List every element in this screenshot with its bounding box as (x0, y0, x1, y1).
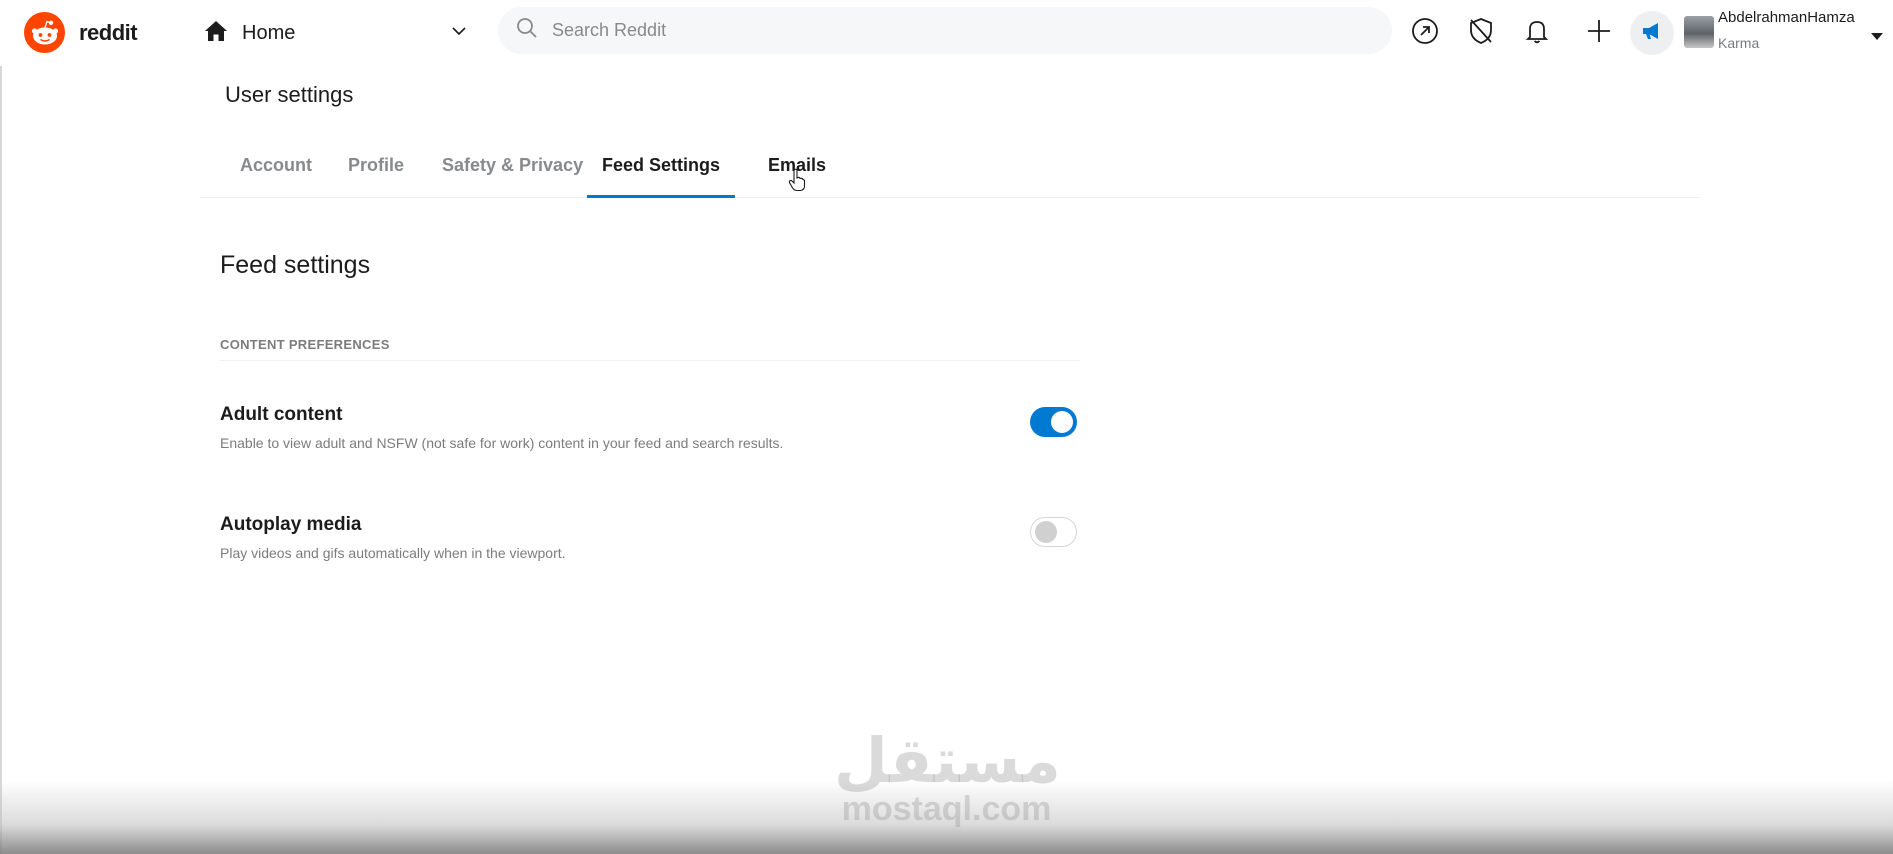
watermark-arabic: مستقل (834, 724, 1061, 797)
adult-content-title: Adult content (220, 404, 343, 425)
autoplay-media-title: Autoplay media (220, 514, 362, 535)
popular-icon (1411, 17, 1439, 50)
home-label: Home (242, 21, 296, 44)
popular-button[interactable] (1406, 14, 1444, 52)
tab-profile[interactable]: Profile (348, 155, 404, 198)
top-header: reddit Home Search Reddit AbdelrahmanHam… (0, 0, 1893, 66)
watermark-latin: mostaql.com (841, 790, 1052, 828)
adult-content-description: Enable to view adult and NSFW (not safe … (220, 435, 784, 451)
window-edge (0, 0, 2, 854)
search-input[interactable] (552, 20, 1332, 41)
karma-label: Karma (1718, 35, 1760, 51)
hand-cursor-icon (788, 168, 806, 197)
reddit-logo[interactable]: reddit (24, 12, 138, 53)
notifications-button[interactable] (1518, 14, 1556, 52)
adult-content-toggle[interactable] (1030, 407, 1077, 437)
advertise-icon (1641, 21, 1663, 46)
snoo-icon (24, 12, 65, 53)
toggle-knob (1035, 521, 1057, 543)
page-title: User settings (225, 82, 354, 107)
autoplay-media-description: Play videos and gifs automatically when … (220, 545, 566, 561)
tab-feed-settings[interactable]: Feed Settings (587, 155, 736, 198)
home-icon (204, 20, 228, 47)
autoplay-media-toggle[interactable] (1030, 517, 1077, 547)
toggle-knob (1051, 411, 1073, 433)
chevron-down-icon (450, 22, 468, 45)
bell-icon (1525, 18, 1549, 49)
advertise-button[interactable] (1630, 11, 1674, 55)
brand-wordmark: reddit (79, 19, 138, 45)
content-preferences-subheading: CONTENT PREFERENCES (220, 337, 1080, 361)
feed-settings-heading: Feed settings (220, 251, 371, 279)
tab-account[interactable]: Account (240, 155, 312, 198)
settings-tabs: Account Profile Safety & Privacy Feed Se… (200, 145, 1700, 198)
user-menu[interactable]: AbdelrahmanHamza Karma (1684, 8, 1884, 58)
search-icon (516, 17, 538, 44)
create-post-button[interactable] (1580, 14, 1618, 52)
plus-icon (1586, 18, 1612, 49)
search-bar[interactable] (498, 7, 1392, 54)
mod-shield-icon (1468, 17, 1494, 50)
tab-safety-privacy[interactable]: Safety & Privacy (442, 155, 583, 198)
caret-down-icon (1870, 28, 1884, 46)
username: AbdelrahmanHamza (1718, 9, 1855, 26)
avatar (1684, 16, 1714, 48)
watermark: مستقل mostaql.com (834, 724, 1061, 828)
home-feed-dropdown[interactable]: Home (204, 14, 468, 52)
mod-tools-button[interactable] (1462, 14, 1500, 52)
